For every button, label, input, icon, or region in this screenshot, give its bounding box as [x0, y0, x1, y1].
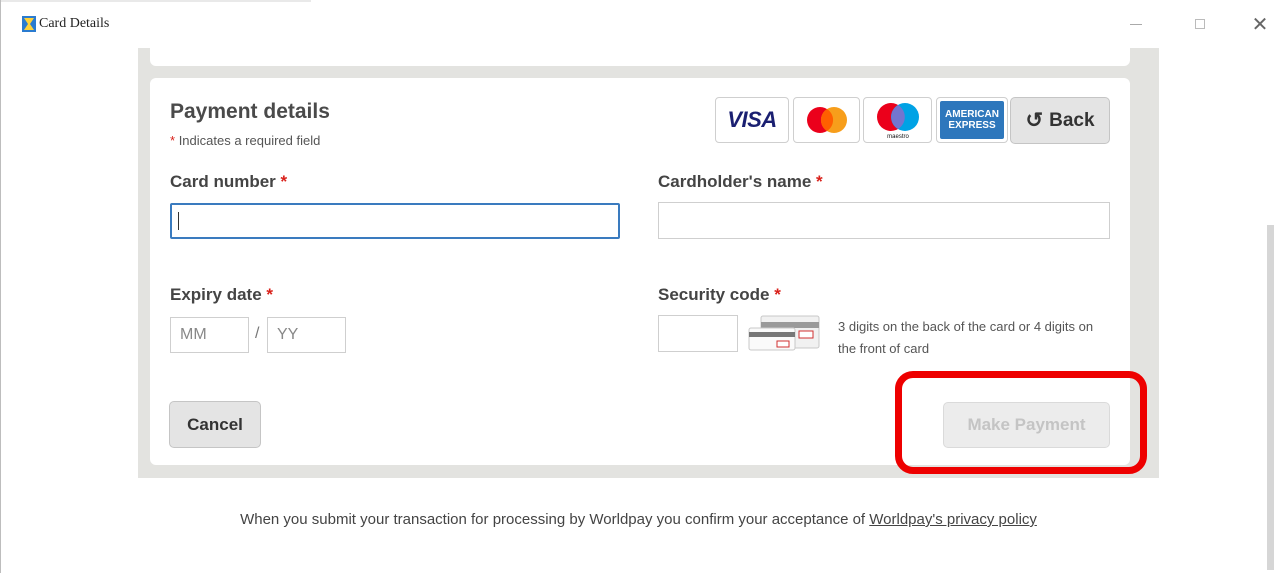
back-arrow-icon: ↺: [1025, 109, 1044, 132]
expiry-date-label: Expiry date *: [170, 285, 273, 305]
footer-notice: When you submit your transaction for pro…: [161, 508, 1116, 531]
security-code-input[interactable]: [658, 315, 738, 352]
footer-text: When you submit your transaction for pro…: [240, 511, 870, 528]
required-star: *: [170, 133, 176, 148]
security-code-label-text: Security code: [658, 285, 770, 304]
expiry-year-input[interactable]: YY: [267, 317, 346, 353]
title-bar: Card Details ✕: [1, 0, 1275, 48]
window-title: Card Details: [39, 16, 110, 31]
maximize-icon[interactable]: [1185, 12, 1215, 36]
visa-logo: VISA: [715, 97, 789, 143]
app-icon: [22, 16, 36, 32]
back-button[interactable]: ↺ Back: [1010, 97, 1110, 144]
top-card-fragment: [150, 48, 1130, 66]
expiry-separator: /: [255, 325, 260, 342]
cancel-button[interactable]: Cancel: [169, 401, 261, 448]
back-button-label: Back: [1049, 109, 1095, 131]
maestro-logo: maestro: [863, 97, 932, 143]
security-code-hint: 3 digits on the back of the card or 4 di…: [838, 319, 1094, 356]
amex-line1: AMERICAN: [945, 109, 999, 120]
maestro-icon: maestro: [876, 103, 919, 140]
title-bar-accent: [1, 0, 311, 2]
security-code-label: Security code *: [658, 285, 781, 305]
text-caret: [178, 212, 179, 230]
card-number-input[interactable]: [170, 203, 620, 239]
card-number-label-text: Card number: [170, 172, 276, 191]
maestro-logo-text: maestro: [887, 134, 909, 140]
cardholder-name-label: Cardholder's name *: [658, 172, 823, 192]
amex-line2: EXPRESS: [948, 120, 996, 131]
visa-logo-text: VISA: [727, 107, 777, 132]
close-icon[interactable]: ✕: [1245, 12, 1275, 36]
required-star: *: [774, 285, 781, 304]
card-security-code-icon: [748, 315, 820, 351]
required-star: *: [266, 285, 274, 304]
mastercard-icon: [806, 107, 847, 133]
expiry-date-label-text: Expiry date: [170, 285, 262, 304]
required-field-note: * Indicates a required field: [170, 133, 320, 148]
expiry-month-input[interactable]: MM: [170, 317, 249, 353]
card-details-window: Card Details ✕ Payment details * Indicat…: [0, 0, 1275, 573]
expiry-year-placeholder: YY: [277, 326, 299, 343]
card-number-label: Card number *: [170, 172, 287, 192]
payment-details-heading: Payment details: [170, 100, 330, 123]
required-note-text: Indicates a required field: [178, 133, 321, 148]
cardholder-name-input[interactable]: [658, 202, 1110, 239]
required-star: *: [816, 172, 823, 191]
highlight-annotation: [895, 371, 1147, 474]
cardholder-name-label-text: Cardholder's name: [658, 172, 812, 191]
required-star: *: [280, 172, 288, 191]
mastercard-logo: [793, 97, 860, 143]
amex-logo-box: AMERICAN EXPRESS: [940, 101, 1004, 139]
expiry-month-placeholder: MM: [180, 326, 207, 343]
minimize-icon[interactable]: [1121, 12, 1151, 36]
vertical-scrollbar[interactable]: [1267, 225, 1274, 570]
amex-logo: AMERICAN EXPRESS: [936, 97, 1008, 143]
privacy-policy-link[interactable]: Worldpay's privacy policy: [869, 511, 1037, 528]
